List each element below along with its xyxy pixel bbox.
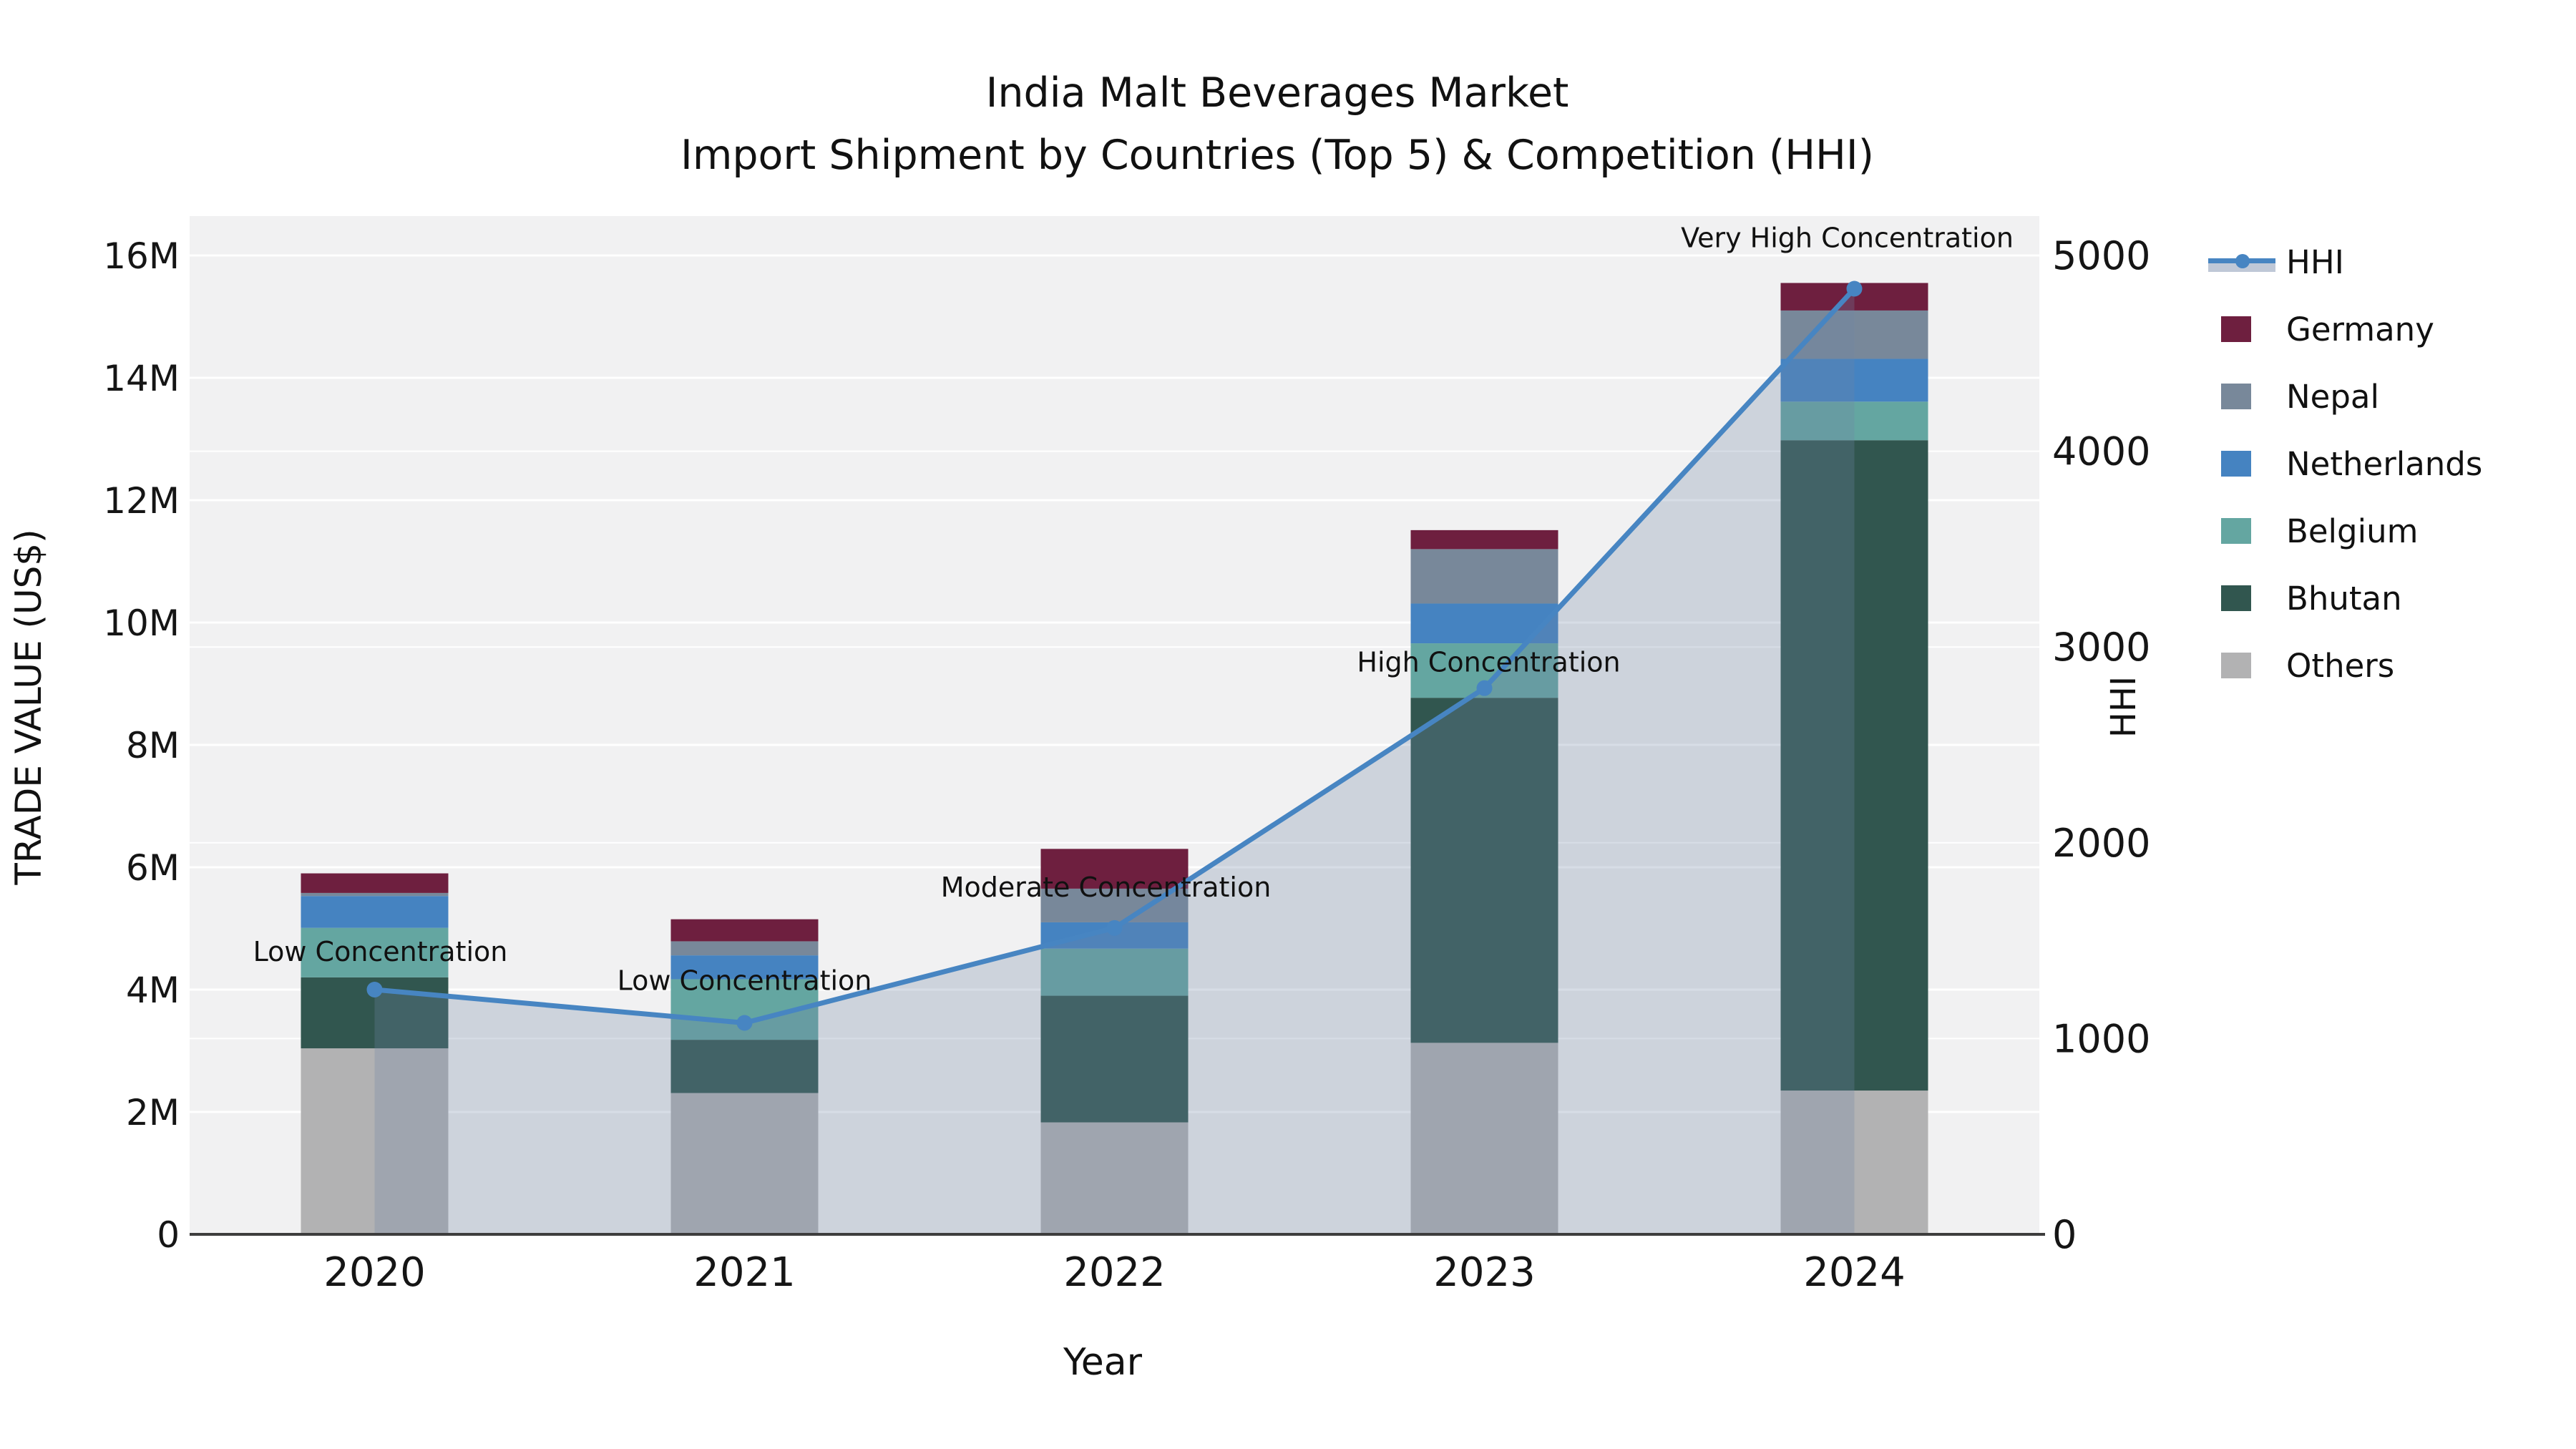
- y-tick-right-2000: 2000: [2052, 821, 2150, 866]
- hhi-marker-2021: [736, 1015, 753, 1031]
- bar-segment-netherlands-2020: [301, 896, 449, 928]
- y-tick-left-16M: 16M: [103, 235, 180, 277]
- annotation-2023: High Concentration: [1357, 647, 1620, 678]
- legend-swatch-germany: [2175, 296, 2286, 363]
- hhi-marker-2024: [1846, 280, 1863, 297]
- legend-label-nepal: Nepal: [2286, 377, 2379, 416]
- figure: India Malt Beverages Market Import Shipm…: [0, 0, 2576, 1449]
- x-tick-2022: 2022: [1063, 1249, 1166, 1296]
- y-tick-right-1000: 1000: [2052, 1016, 2150, 1061]
- color-swatch: [2221, 384, 2251, 409]
- annotation-2020: Low Concentration: [253, 936, 508, 967]
- legend-item-netherlands: Netherlands: [2175, 430, 2482, 497]
- legend-swatch-belgium: [2175, 497, 2286, 565]
- y-tick-left-10M: 10M: [103, 602, 180, 644]
- legend-item-belgium: Belgium: [2175, 497, 2418, 565]
- y-tick-left-8M: 8M: [126, 725, 180, 766]
- y-tick-right-5000: 5000: [2052, 233, 2150, 278]
- y-tick-left-14M: 14M: [103, 358, 180, 399]
- hhi-marker-2020: [366, 981, 383, 997]
- legend-label-bhutan: Bhutan: [2286, 579, 2402, 618]
- annotation-2024: Very High Concentration: [1681, 223, 2014, 254]
- bar-segment-nepal-2020: [301, 892, 449, 897]
- legend-label-hhi: HHI: [2286, 243, 2344, 281]
- hhi-marker-swatch: [2235, 254, 2250, 268]
- hhi-marker-2022: [1106, 919, 1123, 936]
- y-tick-right-3000: 3000: [2052, 625, 2150, 670]
- color-swatch: [2221, 518, 2251, 544]
- x-tick-2024: 2024: [1803, 1249, 1906, 1296]
- legend-label-others: Others: [2286, 646, 2395, 685]
- legend-swatch-bhutan: [2175, 565, 2286, 632]
- color-swatch: [2221, 653, 2251, 678]
- bar-segment-germany-2023: [1410, 530, 1558, 550]
- legend-swatch-nepal: [2175, 363, 2286, 430]
- color-swatch: [2221, 585, 2251, 611]
- x-tick-2020: 2020: [323, 1249, 426, 1296]
- legend-swatch-netherlands: [2175, 430, 2286, 497]
- legend-item-bhutan: Bhutan: [2175, 565, 2402, 632]
- y-tick-left-12M: 12M: [103, 480, 180, 522]
- legend-label-germany: Germany: [2286, 310, 2434, 348]
- legend-item-nepal: Nepal: [2175, 363, 2379, 430]
- legend-label-belgium: Belgium: [2286, 512, 2419, 550]
- legend-item-others: Others: [2175, 632, 2394, 699]
- legend-swatch-others: [2175, 632, 2286, 699]
- color-swatch: [2221, 451, 2251, 477]
- bar-segment-germany-2021: [670, 919, 819, 942]
- y-tick-right-0: 0: [2052, 1212, 2077, 1257]
- y-tick-left-4M: 4M: [126, 970, 180, 1011]
- hhi-marker-2023: [1476, 680, 1493, 696]
- annotation-2022: Moderate Concentration: [941, 872, 1272, 903]
- y-tick-left-2M: 2M: [126, 1092, 180, 1133]
- bar-segment-germany-2020: [301, 873, 449, 893]
- legend-item-hhi: HHI: [2175, 228, 2344, 296]
- bar-segment-nepal-2021: [670, 941, 819, 956]
- y-tick-left-6M: 6M: [126, 847, 180, 889]
- chart-canvas: Low Concentration Low Concentration Modera…: [103, 216, 2150, 1296]
- bar-segment-nepal-2023: [1410, 549, 1558, 604]
- legend-item-germany: Germany: [2175, 296, 2434, 363]
- legend-line-symbol: [2175, 228, 2286, 296]
- x-tick-2021: 2021: [693, 1249, 796, 1296]
- x-tick-2023: 2023: [1433, 1249, 1536, 1296]
- y-tick-left-0: 0: [157, 1214, 180, 1256]
- annotation-2021: Low Concentration: [618, 965, 872, 997]
- y-tick-right-4000: 4000: [2052, 429, 2150, 474]
- color-swatch: [2221, 316, 2251, 342]
- legend-label-netherlands: Netherlands: [2286, 444, 2483, 483]
